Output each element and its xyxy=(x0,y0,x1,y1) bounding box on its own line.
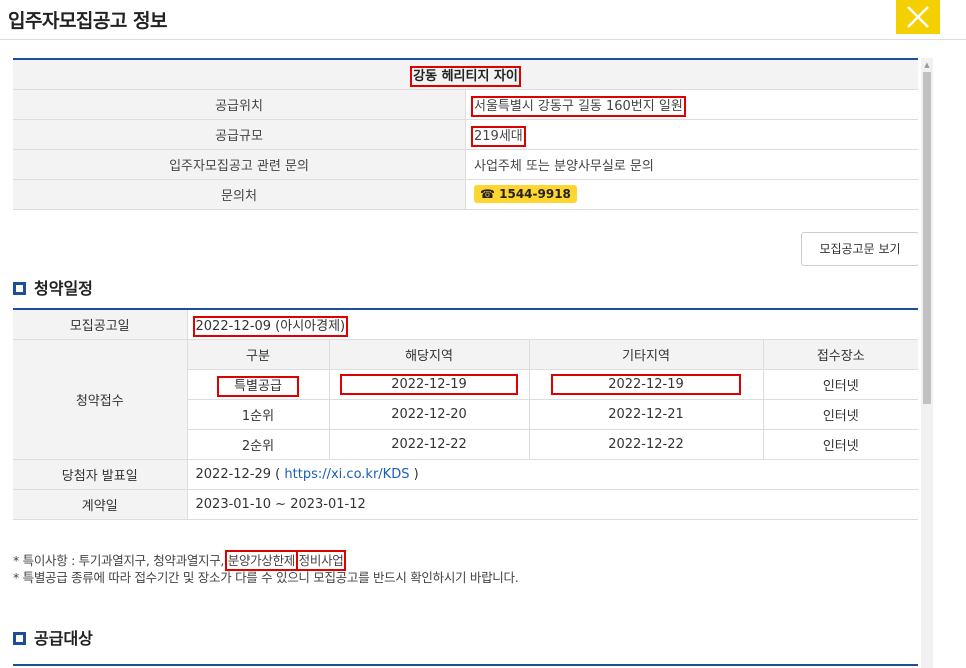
table-cell: 2022-12-22 xyxy=(328,429,529,460)
winner-label: 당첨자 발표일 xyxy=(13,459,187,490)
table-row: 공급규모 219세대 xyxy=(13,119,918,150)
supply-location-label: 공급위치 xyxy=(13,89,466,120)
modal-header: 입주자모집공고 정보 xyxy=(0,0,966,40)
contact-label: 문의처 xyxy=(13,179,466,210)
contract-label: 계약일 xyxy=(13,489,187,520)
table-row: 당첨자 발표일 2022-12-29 ( https://xi.co.kr/KD… xyxy=(13,459,918,490)
complex-info-table: 강동 헤리티지 자이 공급위치 서울특별시 강동구 길동 160번지 일원 공급… xyxy=(13,58,918,210)
close-button[interactable] xyxy=(896,0,940,34)
modal-content[interactable]: 강동 헤리티지 자이 공급위치 서울특별시 강동구 길동 160번지 일원 공급… xyxy=(13,40,918,668)
announce-label: 모집공고일 xyxy=(13,309,187,340)
supply-table-top-border xyxy=(13,664,918,666)
table-cell: 2022-12-20 xyxy=(328,399,529,430)
announce-value: 2022-12-09 (아시아경제) xyxy=(192,315,349,337)
phone-badge[interactable]: ☎ 1544-9918 xyxy=(474,185,577,203)
supply-scale-label: 공급규모 xyxy=(13,119,466,150)
table-cell: 인터넷 xyxy=(762,369,918,400)
table-row: 입주자모집공고 관련 문의 사업주체 또는 분양사무실로 문의 xyxy=(13,149,918,180)
table-cell: 2순위 xyxy=(186,429,329,460)
table-cell: 2022-12-19 xyxy=(328,369,529,400)
inquiry-label: 입주자모집공고 관련 문의 xyxy=(13,149,466,180)
inquiry-value: 사업주체 또는 분양사무실로 문의 xyxy=(465,149,918,180)
schedule-table: 모집공고일 2022-12-09 (아시아경제) 청약접수 구분 해당지역 기타… xyxy=(13,308,918,520)
modal-title: 입주자모집공고 정보 xyxy=(8,10,167,32)
schedule-header-row: 청약접수 구분 해당지역 기타지역 접수장소 xyxy=(13,339,918,460)
note-prefix: * 특이사항 : 투기과열지구, 청약과열지구, xyxy=(13,553,228,568)
table-cell: 특별공급 xyxy=(186,369,329,400)
table-cell: 2022-12-19 xyxy=(528,369,763,400)
schedule-title-text: 청약일정 xyxy=(34,279,93,298)
scroll-up-icon[interactable]: ▲ xyxy=(921,60,933,70)
table-row: 문의처 ☎ 1544-9918 xyxy=(13,179,918,210)
square-bullet-icon xyxy=(13,632,26,645)
col-header: 기타지역 xyxy=(528,339,763,370)
table-row: 공급위치 서울특별시 강동구 길동 160번지 일원 xyxy=(13,89,918,120)
table-row: 모집공고일 2022-12-09 (아시아경제) xyxy=(13,309,918,340)
receipt-label: 청약접수 xyxy=(13,339,187,460)
note-line: * 특이사항 : 투기과열지구, 청약과열지구, 분양가상한제 정비사업 xyxy=(13,550,518,571)
supply-scale-value: 219세대 xyxy=(471,125,526,147)
col-header: 해당지역 xyxy=(328,339,529,370)
col-header: 접수장소 xyxy=(762,339,918,370)
note-tag-price-cap: 분양가상한제 xyxy=(224,550,298,571)
view-announcement-button[interactable]: 모집공고문 보기 xyxy=(801,232,918,266)
scroll-thumb[interactable] xyxy=(923,72,931,404)
contract-value: 2023-01-10 ~ 2023-01-12 xyxy=(186,489,918,520)
table-cell: 인터넷 xyxy=(762,429,918,460)
table-cell: 인터넷 xyxy=(762,399,918,430)
complex-name: 강동 헤리티지 자이 xyxy=(410,65,521,87)
schedule-section-title: 청약일정 xyxy=(13,275,93,299)
notes: * 특이사항 : 투기과열지구, 청약과열지구, 분양가상한제 정비사업 * 특… xyxy=(13,550,519,586)
winner-value: 2022-12-29 ( https://xi.co.kr/KDS ) xyxy=(186,459,918,490)
col-header: 구분 xyxy=(186,339,329,370)
winner-link[interactable]: https://xi.co.kr/KDS xyxy=(284,467,409,482)
note-line: * 특별공급 종류에 따라 접수기간 및 장소가 다를 수 있으니 모집공고를 … xyxy=(13,570,519,585)
supply-section-title: 공급대상 xyxy=(13,625,93,649)
supply-location-value: 서울특별시 강동구 길동 160번지 일원 xyxy=(471,95,686,117)
supply-title-text: 공급대상 xyxy=(34,629,93,648)
table-cell: 2022-12-22 xyxy=(528,429,763,460)
table-cell: 1순위 xyxy=(186,399,329,430)
complex-name-row: 강동 헤리티지 자이 xyxy=(13,59,918,90)
note-tag-redevelopment: 정비사업 xyxy=(295,550,347,571)
square-bullet-icon xyxy=(13,282,26,295)
close-icon xyxy=(907,6,929,28)
table-row: 계약일 2023-01-10 ~ 2023-01-12 xyxy=(13,489,918,520)
table-cell: 2022-12-21 xyxy=(528,399,763,430)
winner-tail: ) xyxy=(409,466,419,482)
winner-date: 2022-12-29 ( xyxy=(195,466,285,482)
scrollbar[interactable]: ▲ xyxy=(921,58,933,668)
